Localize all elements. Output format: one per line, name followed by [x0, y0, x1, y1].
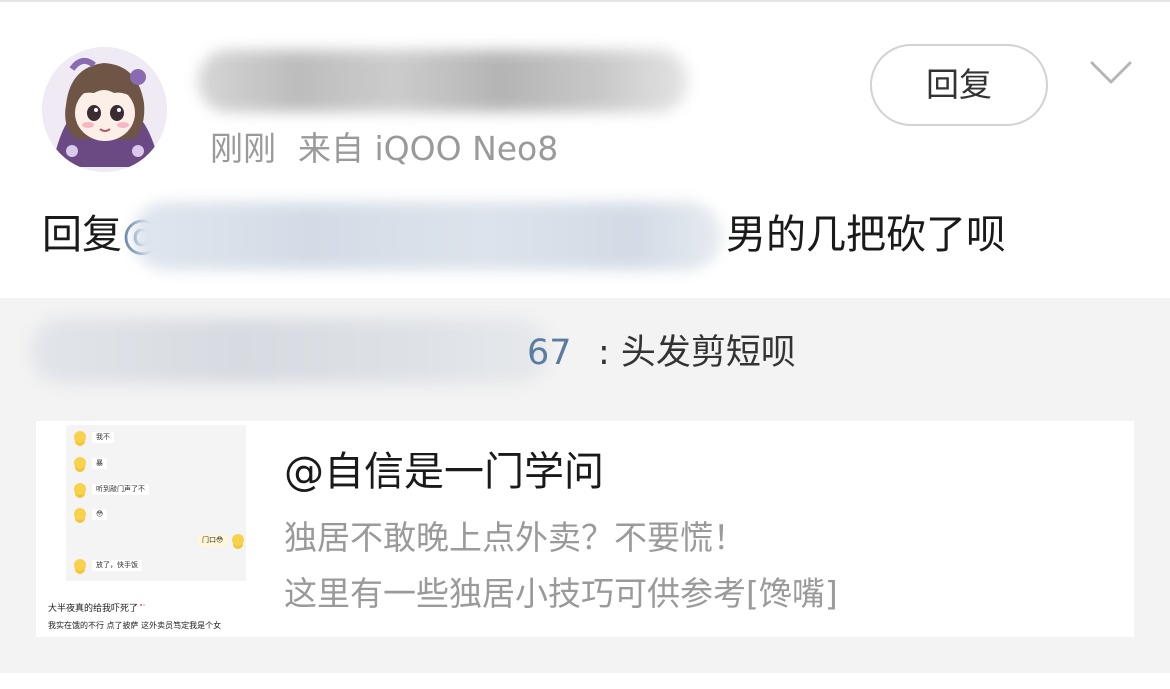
chat-row: 放了，快手饭	[74, 559, 142, 571]
chat-bubble: 暴	[92, 457, 107, 469]
chevron-down-icon[interactable]	[1090, 60, 1132, 86]
duck-avatar-icon	[74, 508, 86, 520]
reply-button[interactable]: 回复	[870, 44, 1048, 126]
card-description-line2: 这里有一些独居小技巧可供参考[馋嘴]	[284, 574, 838, 613]
chat-row: 我不	[74, 431, 114, 443]
chat-row: 😳	[74, 508, 108, 520]
card-thumbnail: 我不 暴 听到敲门声了不 😳 门口😳 放了，快手饭 大半夜真的给我吓死了 我实在…	[36, 421, 246, 637]
quoted-text: : 头发剪短呗	[598, 333, 796, 373]
reply-text: 男的几把砍了呗	[726, 212, 1006, 258]
carousel-dots	[140, 591, 146, 606]
quoted-username-redacted[interactable]	[30, 318, 550, 384]
source-device: 来自 iQOO Neo8	[298, 129, 559, 168]
chat-bubble-right: 门口😳	[198, 535, 228, 546]
author-name-redacted[interactable]	[198, 50, 688, 112]
duck-avatar-icon	[74, 559, 86, 571]
duck-avatar-icon	[74, 431, 86, 443]
chat-row: 暴	[74, 457, 107, 469]
quoted-username-tail[interactable]: 67	[527, 326, 572, 380]
comment-meta: 刚刚 来自 iQOO Neo8	[210, 126, 558, 172]
duck-avatar-icon	[74, 457, 86, 469]
card-description-line1: 独居不敢晚上点外卖？不要慌！	[284, 518, 746, 557]
reply-prefix: 回复	[42, 212, 122, 258]
thumbnail-caption: 大半夜真的给我吓死了	[48, 604, 139, 614]
card-title[interactable]: @自信是一门学问	[284, 444, 604, 500]
chat-bubble: 放了，快手饭	[92, 559, 142, 571]
avatar-illustration	[42, 47, 167, 172]
chat-bubble: 听到敲门声了不	[92, 483, 149, 495]
timestamp: 刚刚	[210, 129, 276, 168]
mention-redacted[interactable]	[132, 202, 722, 270]
thumbnail-subcaption: 我实在饿的不行 点了披萨 这外卖员笃定我是个女	[48, 621, 222, 630]
chat-row: 听到敲门声了不	[74, 483, 149, 495]
avatar[interactable]	[42, 47, 167, 172]
chat-bubble: 😳	[92, 508, 108, 520]
chat-bubble: 我不	[92, 431, 114, 443]
duck-avatar-icon	[74, 483, 86, 495]
chat-screenshot: 我不 暴 听到敲门声了不 😳 门口😳 放了，快手饭	[66, 425, 246, 581]
duck-avatar-icon	[232, 534, 244, 546]
top-divider	[0, 0, 1170, 2]
